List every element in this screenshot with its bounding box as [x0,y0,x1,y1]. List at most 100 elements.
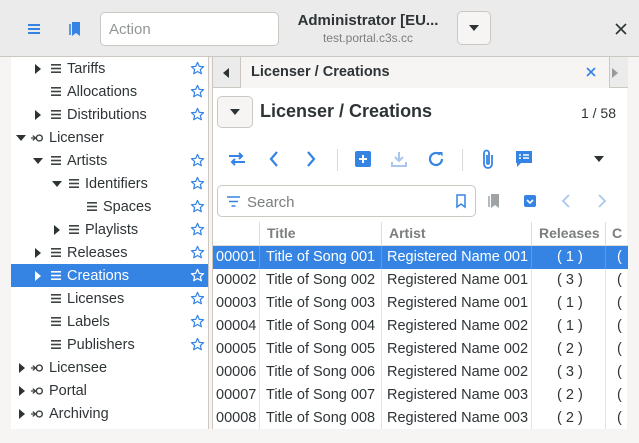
more-actions-button[interactable] [585,145,613,173]
table-row[interactable]: 00008 Title of Song 008 Registered Name … [213,407,628,429]
expander-right-icon[interactable] [16,362,28,374]
cell-divider [531,246,532,269]
tab-licenser-creations[interactable]: Licenser / Creations [240,57,610,88]
tree-item-identifiers[interactable]: Identifiers [11,172,208,195]
tree-item-licenser[interactable]: Licenser [11,126,208,149]
save-search-button[interactable] [516,187,544,215]
star-icon[interactable] [190,199,205,214]
window-close-button[interactable] [612,20,630,38]
search-box[interactable] [217,185,476,217]
tree-item-distributions[interactable]: Distributions [11,103,208,126]
star-icon[interactable] [190,61,205,76]
table-row[interactable]: 00007 Title of Song 007 Registered Name … [213,384,628,407]
tree-item-licenses[interactable]: Licenses [11,287,208,310]
attachment-button[interactable] [474,145,502,173]
column-header-artist[interactable]: Artist [389,225,426,241]
tree-item-portal[interactable]: Portal [11,379,208,402]
star-icon[interactable] [190,268,205,283]
cell-divider [381,315,382,338]
table-row[interactable]: 00002 Title of Song 002 Registered Name … [213,269,628,292]
expander-right-icon[interactable] [16,385,28,397]
star-icon[interactable] [190,291,205,306]
expander-down-icon[interactable] [51,178,63,190]
table-row[interactable]: 00006 Title of Song 006 Registered Name … [213,361,628,384]
triangle-down-icon [594,156,604,162]
table-row[interactable]: 00005 Title of Song 005 Registered Name … [213,338,628,361]
tree-item-releases[interactable]: Releases [11,241,208,264]
tab-scroll-right-button[interactable] [602,57,628,88]
triangle-right-icon [612,67,618,78]
triangle-left-icon [223,67,229,78]
bookmark-icon[interactable] [455,194,467,209]
tree-item-creations[interactable]: Creations [11,264,208,287]
expander-right-icon[interactable] [16,408,28,420]
save-button[interactable] [385,145,413,173]
window-menu-button[interactable] [457,11,491,45]
expander-down-icon[interactable] [32,155,44,167]
plus-box-icon [355,151,371,167]
cell-c: ( [617,387,622,403]
tree-item-tariffs[interactable]: Tariffs [11,57,208,80]
search-input[interactable] [247,192,447,212]
cell-divider [259,407,260,429]
new-record-button[interactable] [349,145,377,173]
tree-item-label: Spaces [103,198,152,215]
tree-item-publishers[interactable]: Publishers [11,333,208,356]
view-menu-button[interactable] [217,96,253,128]
table-row[interactable]: 00003 Title of Song 003 Registered Name … [213,292,628,315]
saved-searches-button[interactable] [480,187,508,215]
previous-record-button[interactable] [260,145,288,173]
tree-item-label: Identifiers [85,175,148,192]
tree-item-allocations[interactable]: Allocations [11,80,208,103]
table-row[interactable]: 00001 Title of Song 001 Registered Name … [213,246,628,269]
switch-view-button[interactable] [223,145,251,173]
notes-button[interactable] [510,145,538,173]
column-header-c[interactable]: C [612,225,622,241]
tree-item-playlists[interactable]: Playlists [11,218,208,241]
tree-item-artists[interactable]: Artists [11,149,208,172]
cell-releases: ( 3 ) [557,364,583,380]
tree-item-licensee[interactable]: Licensee [11,356,208,379]
star-icon[interactable] [190,337,205,352]
cell-divider [259,338,260,361]
reload-button[interactable] [422,145,450,173]
menu-button[interactable] [16,11,52,47]
expander-right-icon[interactable] [32,270,44,282]
previous-page-button[interactable] [552,187,580,215]
star-icon[interactable] [190,107,205,122]
tab-scroll-left-button[interactable] [213,57,239,88]
tree-item-label: Labels [67,313,110,330]
cell-divider [605,292,606,315]
expander-right-icon[interactable] [32,63,44,75]
cell-releases: ( 2 ) [557,341,583,357]
expander-right-icon[interactable] [32,247,44,259]
cell-divider [259,292,260,315]
next-record-button[interactable] [297,145,325,173]
tree-item-spaces[interactable]: Spaces [11,195,208,218]
archive-icon [524,195,536,207]
table-row[interactable]: 00004 Title of Song 004 Registered Name … [213,315,628,338]
star-icon[interactable] [190,176,205,191]
switch-arrows-icon [229,152,245,166]
column-header-title[interactable]: Title [267,225,296,241]
expander-down-icon[interactable] [15,132,27,144]
table-header: Title Artist Releases C [213,222,628,246]
action-input[interactable] [100,12,279,46]
expander-right-icon[interactable] [32,109,44,121]
chevron-right-icon [598,194,607,208]
cell-divider [259,384,260,407]
next-page-button[interactable] [588,187,616,215]
column-header-releases[interactable]: Releases [539,225,600,241]
close-icon[interactable] [585,66,597,78]
star-icon[interactable] [190,245,205,260]
star-icon[interactable] [190,153,205,168]
expander-right-icon[interactable] [51,224,63,236]
tree-item-archiving[interactable]: Archiving [11,402,208,425]
star-icon[interactable] [190,84,205,99]
favorites-button[interactable] [57,11,93,47]
cell-divider [381,361,382,384]
tree-item-label: Artists [67,152,108,169]
star-icon[interactable] [190,222,205,237]
star-icon[interactable] [190,314,205,329]
tree-item-labels[interactable]: Labels [11,310,208,333]
